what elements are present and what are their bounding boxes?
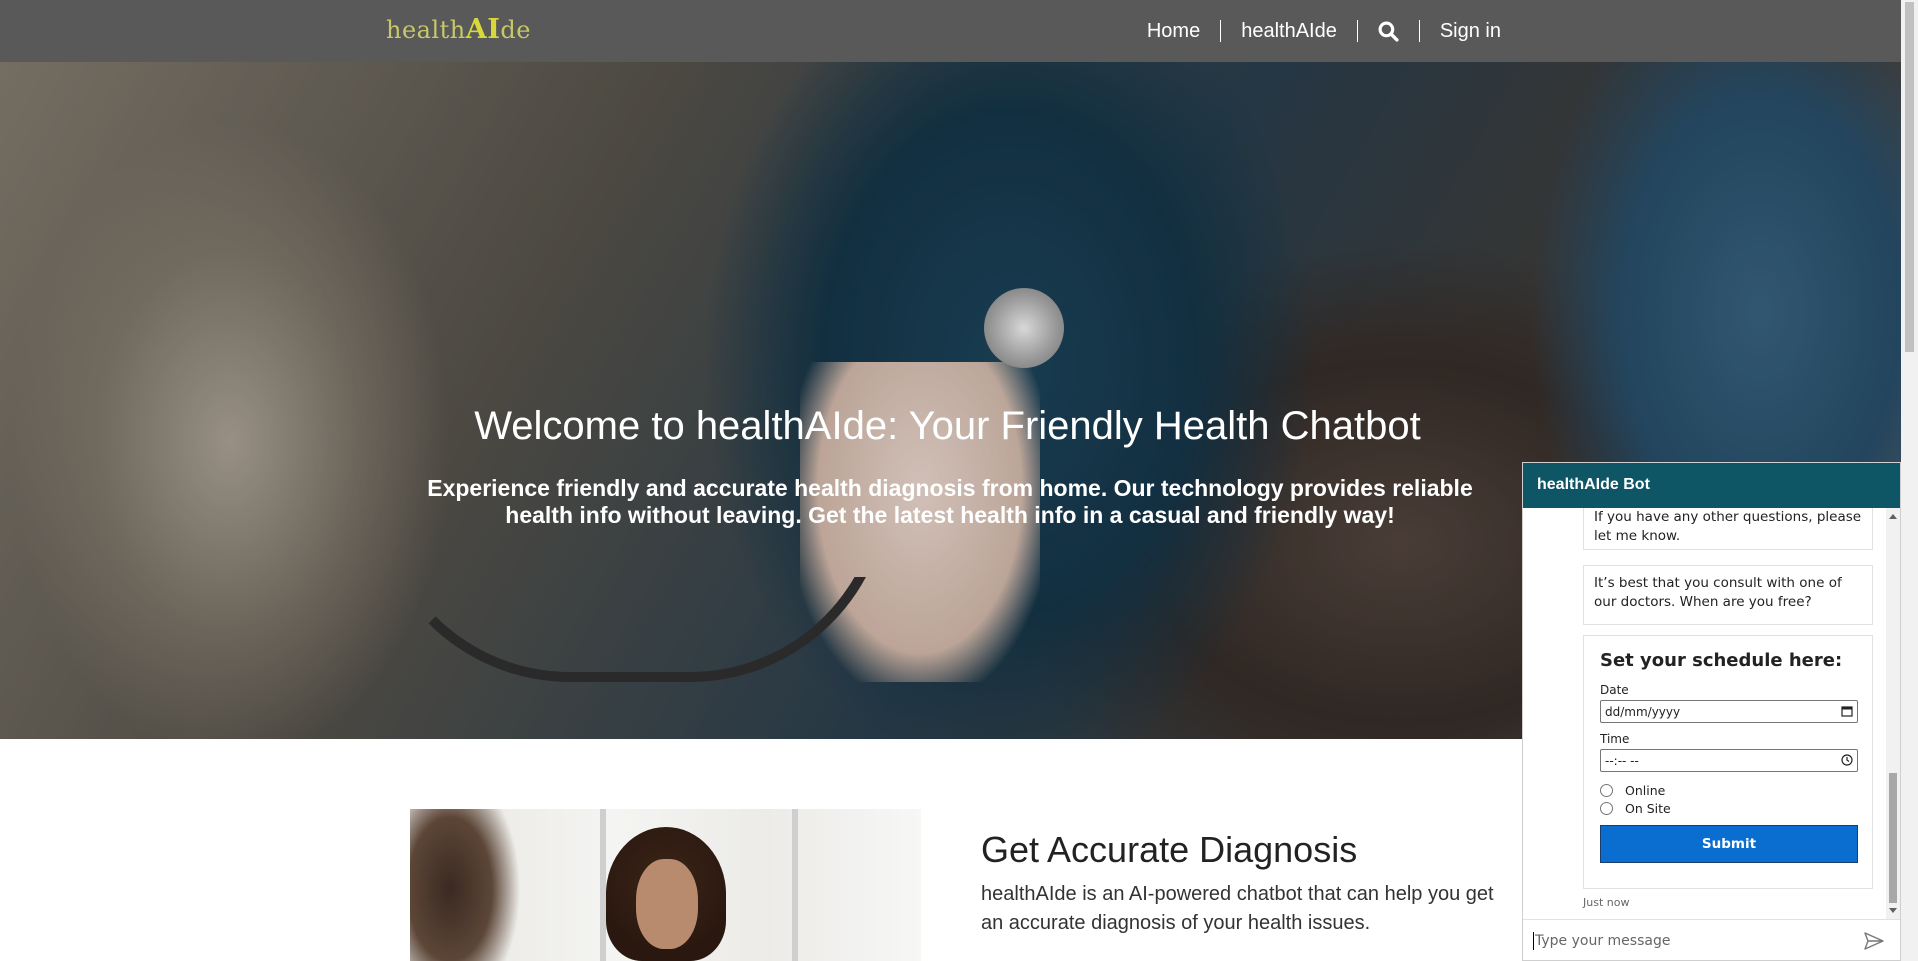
radio-onsite[interactable]: On Site	[1600, 799, 1856, 817]
chat-scrollbar-thumb[interactable]	[1889, 773, 1897, 903]
send-icon[interactable]	[1864, 932, 1884, 954]
date-input-value: dd/mm/yyyy	[1605, 705, 1681, 719]
radio-onsite-button[interactable]	[1600, 801, 1613, 815]
radio-onsite-label: On Site	[1625, 800, 1671, 816]
hero-subtitle: Experience friendly and accurate health …	[427, 475, 1473, 528]
radio-online-label: Online	[1625, 782, 1666, 798]
chat-messages: If you have any other questions, please …	[1523, 508, 1900, 919]
feature-image	[410, 809, 921, 961]
feature-title: Get Accurate Diagnosis	[981, 829, 1358, 870]
nav-link-home[interactable]: Home	[1127, 20, 1220, 43]
feature-description: healthAIde is an AI-powered chatbot that…	[981, 883, 1494, 934]
time-input[interactable]: --:-- --	[1600, 749, 1858, 772]
logo-text-part2: AI	[465, 14, 501, 45]
bot-message: If you have any other questions, please …	[1583, 508, 1873, 550]
clock-icon[interactable]	[1841, 754, 1853, 769]
nav-link-healthaide[interactable]: healthAIde	[1221, 20, 1357, 43]
schedule-card-title: Set your schedule here:	[1600, 650, 1843, 671]
navbar: healthAIde Home healthAIde Sign in	[0, 0, 1901, 62]
scroll-up-icon[interactable]	[1889, 514, 1897, 519]
page-scrollbar[interactable]	[1901, 0, 1918, 961]
chatbot-widget: healthAIde Bot If you have any other que…	[1522, 462, 1901, 961]
radio-online-button[interactable]	[1600, 783, 1613, 797]
signin-link[interactable]: Sign in	[1420, 20, 1521, 43]
time-label: Time	[1600, 732, 1630, 746]
time-input-value: --:-- --	[1605, 754, 1639, 768]
chat-scrollbar[interactable]	[1886, 508, 1900, 919]
hero-image-stethoscope	[984, 288, 1064, 368]
chatbot-header[interactable]: healthAIde Bot	[1523, 463, 1900, 508]
logo-text-part3: de	[500, 16, 531, 44]
logo[interactable]: healthAIde	[386, 14, 531, 45]
page-scrollbar-thumb[interactable]	[1905, 2, 1914, 352]
chat-input-placeholder: Type your message	[1535, 933, 1671, 949]
date-label: Date	[1600, 683, 1629, 697]
submit-button[interactable]: Submit	[1600, 825, 1858, 863]
bot-message: It’s best that you consult with one of o…	[1583, 565, 1873, 625]
nav-menu: Home healthAIde Sign in	[1127, 0, 1521, 62]
schedule-card: Set your schedule here: Date dd/mm/yyyy …	[1583, 635, 1873, 889]
logo-text-part1: health	[386, 16, 466, 44]
date-input[interactable]: dd/mm/yyyy	[1600, 700, 1858, 723]
chat-message-input[interactable]: Type your message	[1523, 919, 1900, 961]
message-timestamp: Just now	[1583, 896, 1630, 909]
scroll-down-icon[interactable]	[1889, 908, 1897, 913]
calendar-icon[interactable]	[1841, 705, 1853, 720]
search-icon[interactable]	[1358, 21, 1419, 42]
radio-online[interactable]: Online	[1600, 781, 1856, 799]
hero-title: Welcome to healthAIde: Your Friendly Hea…	[474, 404, 1421, 448]
